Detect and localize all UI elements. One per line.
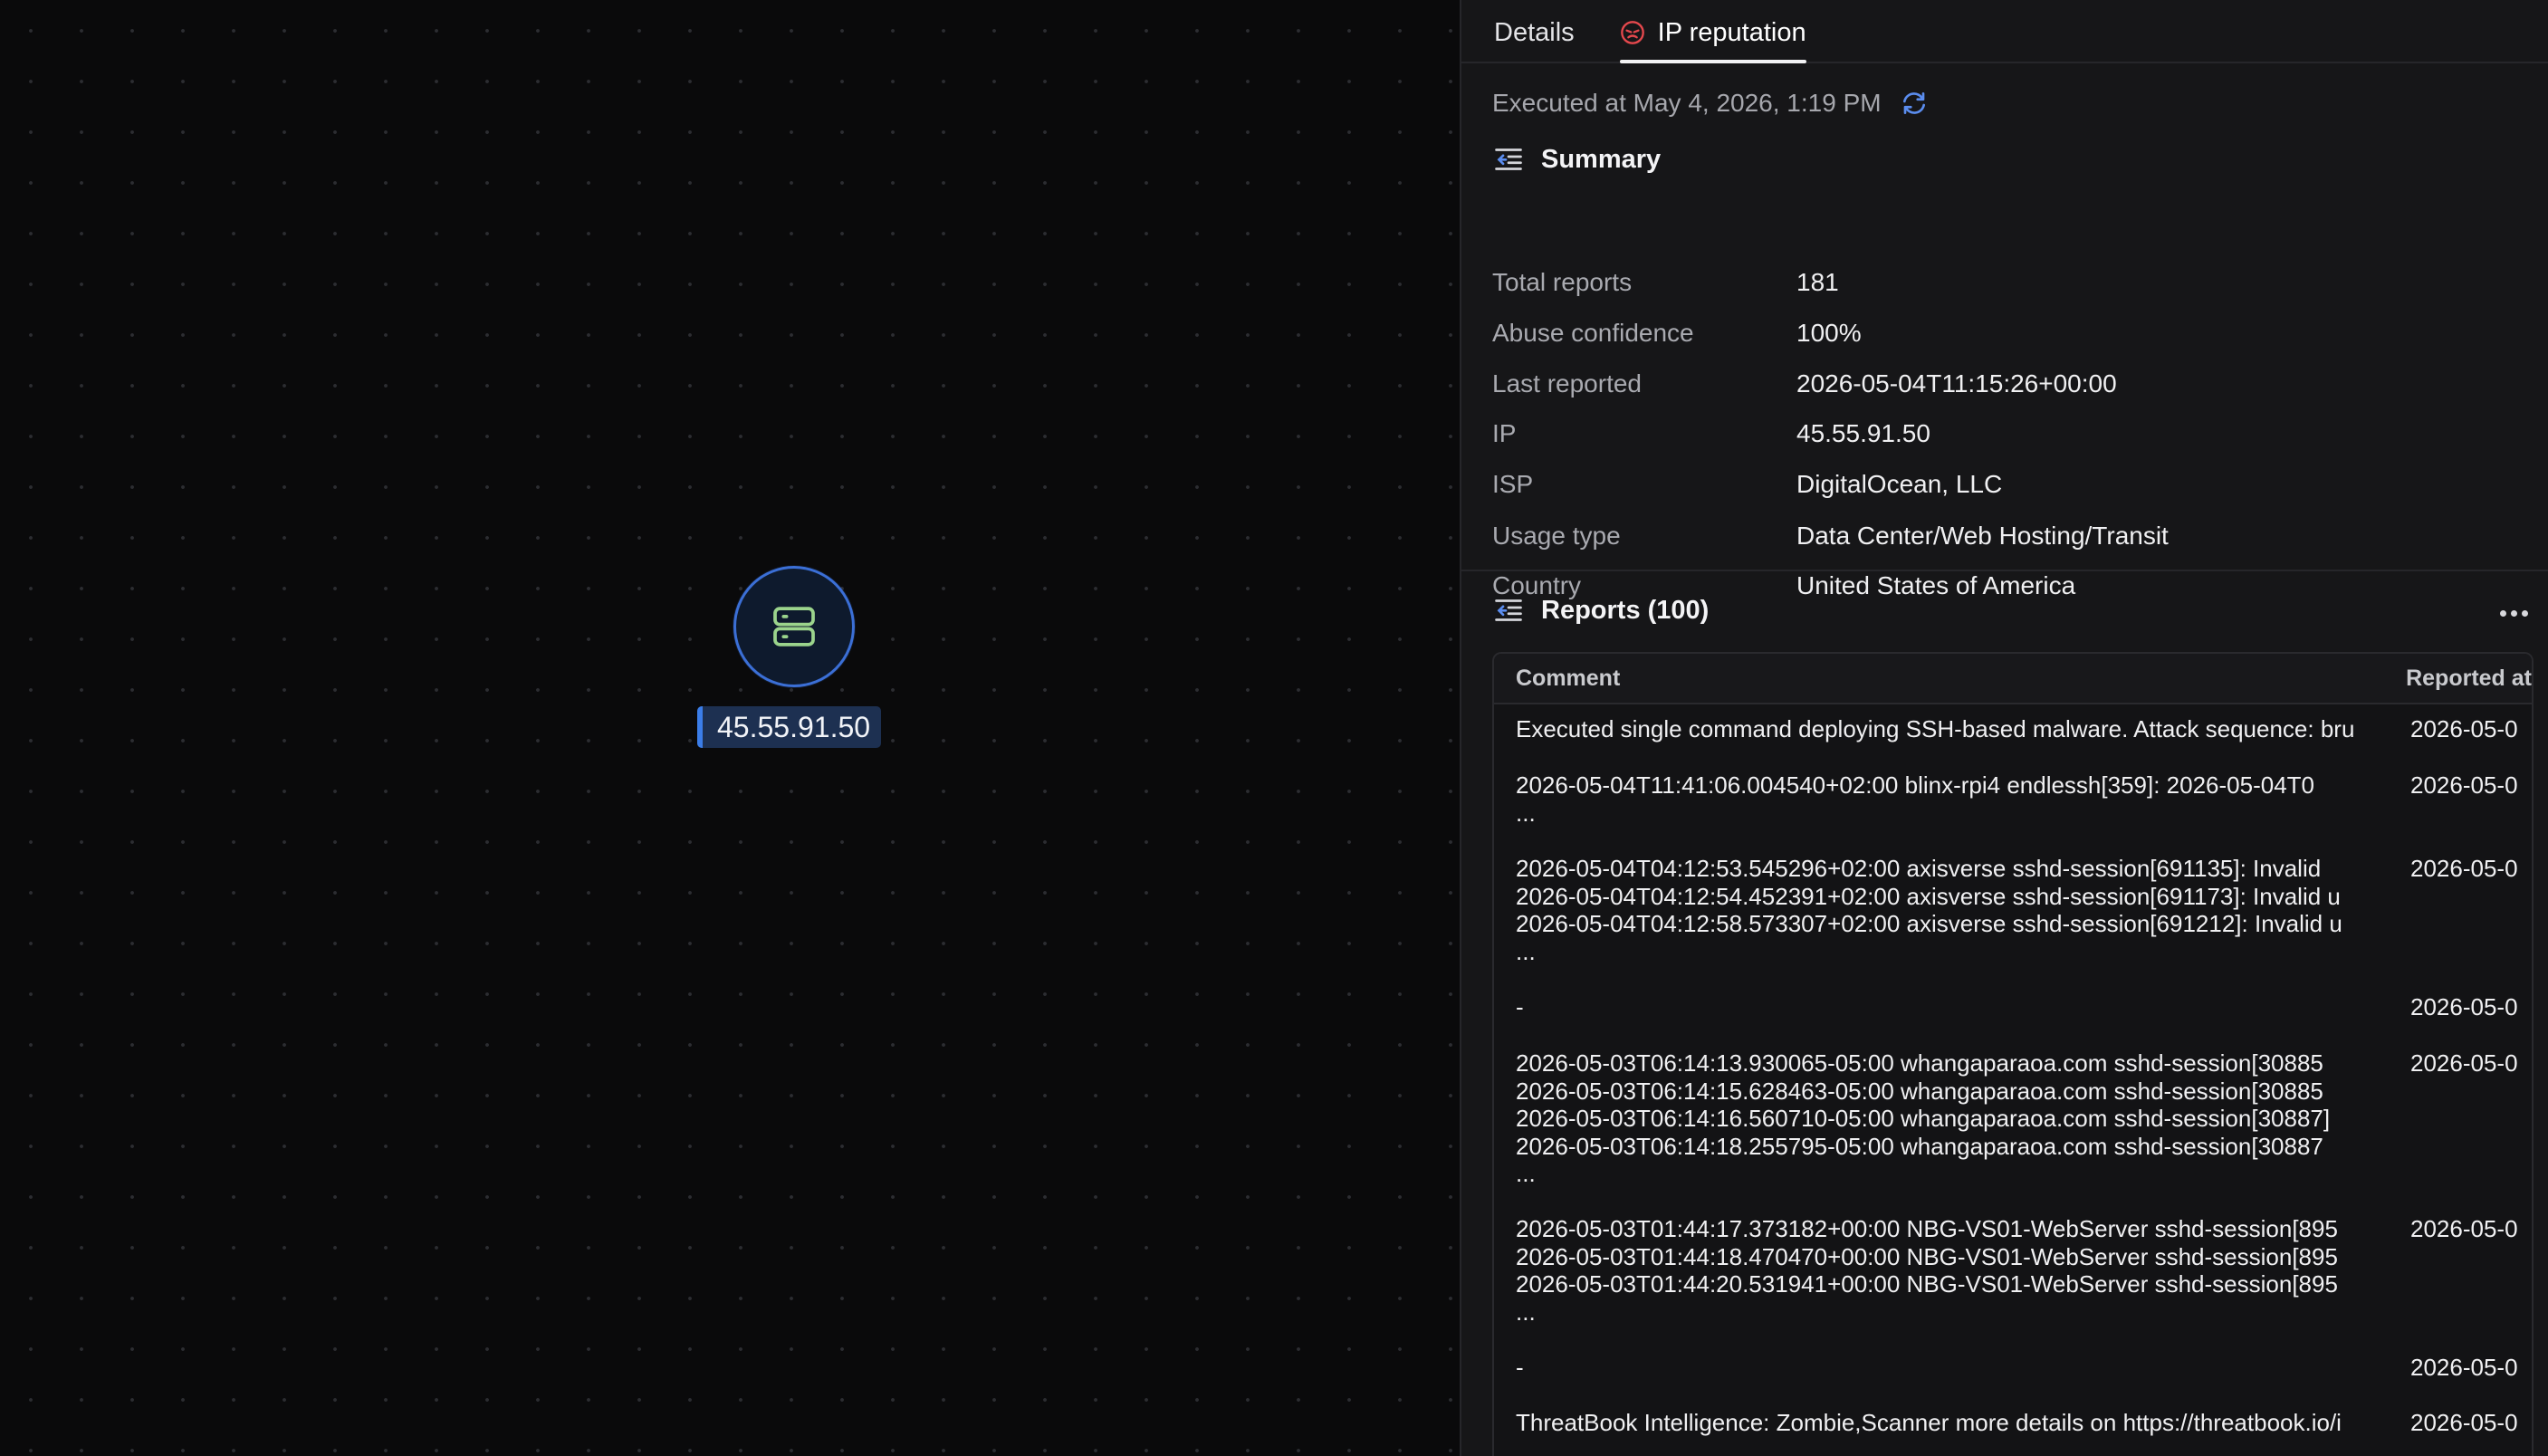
comment-line: 2026-05-03T06:14:13.930065-05:00 whangap… [1516, 1049, 2323, 1077]
summary-row-total-reports: Total reports 181 [1492, 264, 1839, 301]
report-comment: 2026-05-04T04:12:53.545296+02:00 axisver… [1494, 855, 2400, 965]
more-dot [2499, 609, 2506, 617]
comment-line: 2026-05-04T04:12:58.573307+02:00 axisver… [1516, 910, 2342, 937]
table-row[interactable]: 2026-05-04T11:41:06.004540+02:00 blinx-r… [1494, 771, 2532, 827]
comment-line: 2026-05-03T01:44:17.373182+00:00 NBG-VS0… [1516, 1215, 2338, 1242]
report-comment: - [1494, 1354, 2400, 1382]
comment-line: 2026-05-04T04:12:53.545296+02:00 axisver… [1516, 855, 2322, 882]
section-divider [1461, 570, 2548, 571]
summary-key: Last reported [1492, 369, 1642, 398]
comment-line: 2026-05-03T01:44:20.531941+00:00 NBG-VS0… [1516, 1270, 2338, 1298]
reports-header[interactable]: Reports (100) [1492, 594, 1709, 627]
reports-table-header: Comment Reported at [1494, 654, 2532, 704]
column-header-comment[interactable]: Comment [1494, 666, 2399, 692]
summary-key: IP [1492, 419, 1517, 447]
report-comment: - [1494, 993, 2400, 1021]
summary-value: DigitalOcean, LLC [1796, 470, 2003, 498]
comment-line: - [1516, 993, 1524, 1020]
report-reported-at: 2026-05-0 [2410, 715, 2518, 742]
summary-value: 2026-05-04T11:15:26+00:00 [1796, 369, 2117, 398]
report-comment: 2026-05-04T11:41:06.004540+02:00 blinx-r… [1494, 771, 2400, 827]
tab-ip-reputation[interactable]: IP reputation [1619, 0, 1806, 63]
comment-line: ThreatBook Intelligence: Zombie,Scanner … [1516, 1409, 2342, 1436]
graph-canvas[interactable]: 45.55.91.50 [0, 0, 1460, 1456]
column-header-reported-at[interactable]: Reported at [2399, 666, 2532, 692]
comment-line: 2026-05-04T04:12:54.452391+02:00 axisver… [1516, 882, 2341, 910]
comment-line: ... [1516, 1298, 1536, 1326]
report-reported-at: 2026-05-0 [2410, 993, 2518, 1020]
report-reported-at: 2026-05-0 [2410, 771, 2518, 799]
comment-line: Executed single command deploying SSH-ba… [1516, 715, 2355, 742]
report-comment: 2026-05-03T06:14:13.930065-05:00 whangap… [1494, 1049, 2400, 1188]
summary-row-isp: ISP DigitalOcean, LLC [1492, 466, 2002, 503]
report-reported-at: 2026-05-0 [2410, 1215, 2518, 1242]
summary-value: Data Center/Web Hosting/Transit [1796, 522, 2169, 550]
summary-key: ISP [1492, 470, 1534, 498]
report-reported-at: 2026-05-0 [2410, 855, 2518, 882]
summary-value: 45.55.91.50 [1796, 419, 1930, 447]
summary-row-abuse-confidence: Abuse confidence 100% [1492, 315, 1862, 351]
comment-line: ... [1516, 937, 1536, 965]
table-row[interactable]: ThreatBook Intelligence: Zombie,Scanner … [1494, 1409, 2532, 1437]
app-root: 45.55.91.50 Details IP reputation Execut… [0, 0, 2548, 1456]
report-reported-at: 2026-05-0 [2410, 1409, 2518, 1436]
reports-title: Reports (100) [1541, 595, 1710, 625]
tab-ip-reputation-label: IP reputation [1657, 17, 1806, 47]
table-row[interactable]: 2026-05-03T01:44:17.373182+00:00 NBG-VS0… [1494, 1215, 2532, 1326]
summary-row-last-reported: Last reported 2026-05-04T11:15:26+00:00 [1492, 366, 2117, 402]
tab-details-label: Details [1494, 17, 1575, 47]
report-comment: Executed single command deploying SSH-ba… [1494, 715, 2400, 743]
table-row[interactable]: - 2026-05-0 [1494, 993, 2532, 1021]
table-row[interactable]: 2026-05-03T06:14:13.930065-05:00 whangap… [1494, 1049, 2532, 1188]
comment-line: 2026-05-03T06:14:18.255795-05:00 whangap… [1516, 1132, 2323, 1160]
summary-row-usage-type: Usage type Data Center/Web Hosting/Trans… [1492, 518, 2169, 554]
more-dot [2510, 609, 2517, 617]
summary-key: Abuse confidence [1492, 319, 1694, 347]
executed-at-text: Executed at May 4, 2026, 1:19 PM [1492, 89, 1882, 117]
summary-value: United States of America [1796, 571, 2076, 599]
refresh-icon[interactable] [1900, 89, 1929, 118]
comment-line: ... [1516, 799, 1536, 827]
comment-line: 2026-05-03T06:14:15.628463-05:00 whangap… [1516, 1077, 2323, 1105]
comment-line: - [1516, 1354, 1524, 1381]
comment-line: 2026-05-04T11:41:06.004540+02:00 blinx-r… [1516, 771, 2315, 799]
table-row[interactable]: Executed single command deploying SSH-ba… [1494, 715, 2532, 743]
summary-key: Total reports [1492, 268, 1633, 296]
ip-node[interactable] [733, 566, 855, 687]
comment-line: 2026-05-03T01:44:18.470470+00:00 NBG-VS0… [1516, 1242, 2338, 1270]
summary-value: 100% [1796, 319, 1862, 347]
summary-title: Summary [1541, 144, 1662, 174]
more-options-button[interactable] [2494, 599, 2534, 627]
comment-line: 2026-05-03T06:14:16.560710-05:00 whangap… [1516, 1105, 2331, 1132]
report-comment: ThreatBook Intelligence: Zombie,Scanner … [1494, 1409, 2400, 1437]
side-panel: Details IP reputation Executed at May 4,… [1460, 0, 2548, 1456]
summary-row-ip: IP 45.55.91.50 [1492, 416, 1930, 452]
reports-table[interactable]: Comment Reported at Executed single comm… [1492, 652, 2534, 1456]
collapse-list-icon [1495, 599, 1522, 621]
summary-header[interactable]: Summary [1492, 143, 1661, 176]
comment-line: ... [1516, 1160, 1536, 1187]
collapse-list-icon [1495, 148, 1522, 170]
server-icon [773, 607, 815, 647]
ip-node-label[interactable]: 45.55.91.50 [697, 706, 882, 748]
report-reported-at: 2026-05-0 [2410, 1354, 2518, 1381]
summary-key: Usage type [1492, 522, 1621, 550]
summary-value: 181 [1796, 268, 1839, 296]
report-reported-at: 2026-05-0 [2410, 1049, 2518, 1077]
tab-details[interactable]: Details [1494, 0, 1575, 62]
more-dot [2521, 609, 2528, 617]
executed-at: Executed at May 4, 2026, 1:19 PM [1492, 87, 1929, 120]
table-row[interactable]: - 2026-05-0 [1494, 1354, 2532, 1382]
ip-reputation-icon [1620, 21, 1644, 44]
panel-tabs: Details IP reputation [1461, 0, 2548, 63]
report-comment: 2026-05-03T01:44:17.373182+00:00 NBG-VS0… [1494, 1215, 2400, 1326]
table-row[interactable]: 2026-05-04T04:12:53.545296+02:00 axisver… [1494, 855, 2532, 965]
